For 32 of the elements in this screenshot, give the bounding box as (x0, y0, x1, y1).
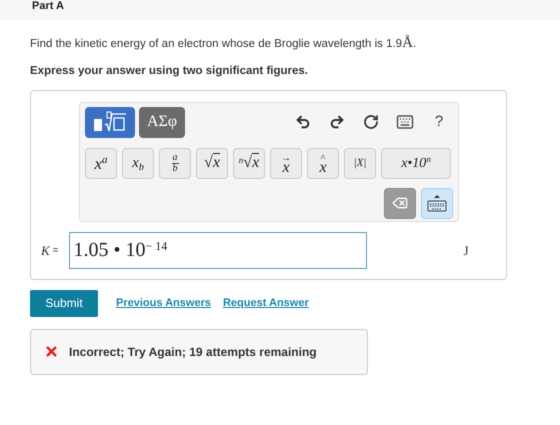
vector-button[interactable]: →x (270, 148, 302, 179)
keyboard-up-icon (426, 193, 448, 214)
backspace-icon (392, 195, 408, 212)
help-button[interactable]: ? (427, 110, 451, 134)
keyboard-icon (396, 113, 414, 132)
square-root-button[interactable]: √x (196, 148, 228, 179)
subscript-button[interactable]: x$_{b}$ (122, 148, 154, 179)
unit-vector-button[interactable]: ^x (307, 148, 339, 179)
equals-sign: = (52, 244, 59, 258)
template-icon (93, 111, 127, 134)
instruction-text: Express your answer using two significant figures. (30, 64, 309, 78)
nth-root-button[interactable]: $^{n}$√x (233, 148, 265, 179)
superscript-button[interactable]: x$^{a}$ (85, 148, 117, 179)
previous-answers-link[interactable]: Previous Answers (116, 295, 211, 312)
reset-icon (363, 114, 379, 130)
submit-button[interactable]: Submit (30, 290, 98, 317)
redo-icon (329, 114, 345, 130)
request-answer-link[interactable]: Request Answer (222, 295, 309, 312)
answer-input-field[interactable]: 1.05 • 10$^{− 14}$ (68, 232, 367, 269)
unit-label: J (464, 242, 469, 260)
greek-letters-tab[interactable]: ΑΣφ (139, 106, 186, 138)
scientific-notation-button[interactable]: x•10$^{n}$ (381, 148, 451, 179)
question-text: Find the kinetic energy of an electron whose de Broglie wavelength is 1.9Å. (30, 34, 418, 53)
backspace-button[interactable] (384, 188, 416, 219)
keyboard-toggle-button[interactable] (421, 188, 453, 219)
part-title: Part A (32, 0, 64, 12)
absolute-value-button[interactable]: |X| (344, 148, 376, 179)
feedback-text: Incorrect; Try Again; 19 attempts remaining (69, 344, 317, 361)
undo-icon (295, 114, 311, 130)
fraction-button[interactable]: a b (159, 148, 191, 179)
templates-tab[interactable] (85, 106, 135, 138)
variable-label: K (41, 242, 50, 260)
